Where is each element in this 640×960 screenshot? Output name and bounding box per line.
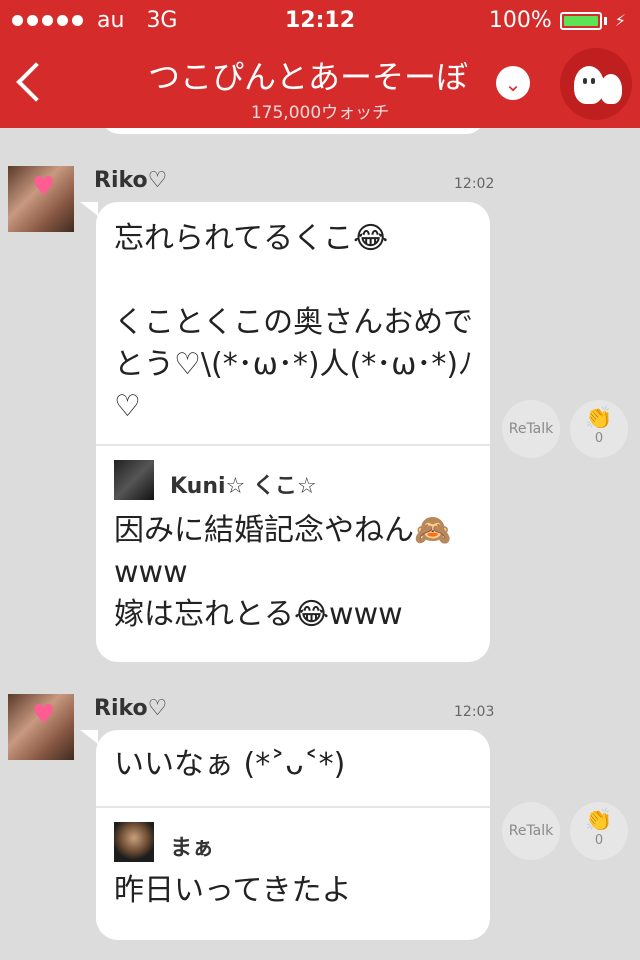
dropdown-button[interactable]: ⌄	[496, 66, 530, 100]
clap-count: 0	[594, 833, 604, 848]
quote-text: 因みに結婚記念やねん🙈www 嫁は忘れとる😂www	[114, 513, 452, 632]
quote-divider	[96, 806, 490, 808]
quote-divider	[96, 444, 490, 446]
message-bubble[interactable]: いいなぁ (*˃ᴗ˂*) まぁ 昨日いってきたよ	[96, 730, 490, 940]
message-time: 12:03	[454, 704, 495, 720]
status-bar: au 3G 12:12 100% ⚡	[0, 0, 640, 40]
message-time: 12:02	[454, 176, 495, 192]
page-title: つこぴんとあーそーぼ	[148, 58, 469, 96]
watch-count: 175,000ウォッチ	[250, 103, 390, 123]
avatar[interactable]: ♥	[8, 694, 74, 760]
quote-avatar	[114, 822, 154, 862]
message-text: 忘れられてるくこ😂 くことくこの奥さんおめでとう♡\(*･ω･*)人(*･ω･*…	[114, 221, 474, 424]
previous-message-bubble	[100, 128, 486, 134]
clap-icon: 👏	[585, 808, 613, 833]
talk-feed[interactable]: ♥ Riko♡ 12:02 忘れられてるくこ😂 くことくこの奥さんおめでとう♡\…	[0, 128, 640, 960]
heart-icon: ♥	[32, 700, 56, 730]
retalk-button[interactable]: ReTalk	[502, 802, 560, 860]
quote-username: まぁ	[170, 836, 215, 861]
clap-count: 0	[594, 431, 604, 446]
battery-percent: 100%	[488, 8, 552, 33]
clap-button[interactable]: 👏 0	[570, 400, 628, 458]
avatar[interactable]: ♥	[8, 166, 74, 232]
battery-icon	[559, 11, 602, 30]
quote-username: Kuni☆ くこ☆	[170, 474, 317, 499]
bubble-tail	[80, 202, 98, 216]
quote-avatar	[114, 460, 154, 500]
status-right: 100% ⚡	[489, 8, 626, 33]
retalk-button[interactable]: ReTalk	[502, 400, 560, 458]
message-text: いいなぁ (*˃ᴗ˂*)	[114, 747, 346, 782]
nav-bar: つこぴんとあーそーぼ 175,000ウォッチ ⌄	[0, 40, 640, 128]
clap-button[interactable]: 👏 0	[570, 802, 628, 860]
message-bubble[interactable]: 忘れられてるくこ😂 くことくこの奥さんおめでとう♡\(*･ω･*)人(*･ω･*…	[96, 202, 490, 662]
message-username[interactable]: Riko♡	[94, 696, 167, 721]
heart-icon: ♥	[32, 172, 56, 202]
bubble-tail	[80, 730, 98, 744]
chevron-down-icon: ⌄	[504, 72, 522, 96]
charging-icon: ⚡	[614, 11, 626, 30]
message-username[interactable]: Riko♡	[94, 168, 167, 193]
quote-text: 昨日いってきたよ	[114, 873, 352, 908]
clap-icon: 👏	[585, 406, 613, 431]
mascot-icon[interactable]	[560, 48, 632, 120]
